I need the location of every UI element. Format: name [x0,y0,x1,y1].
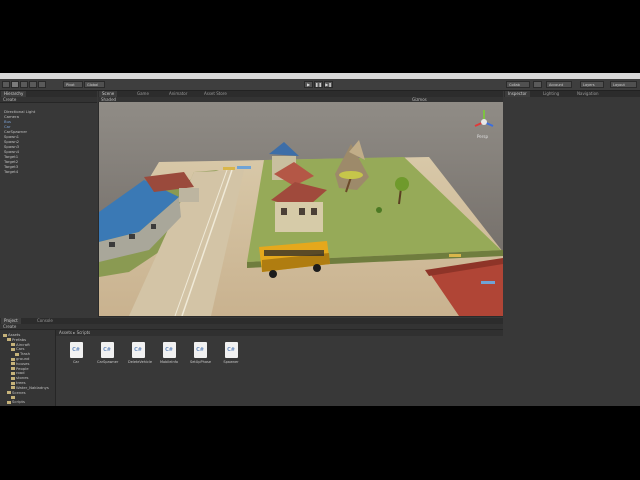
csharp-script-icon: C# [224,342,238,358]
csharp-icon-text: C# [103,347,111,353]
persp-label[interactable]: Persp [477,134,488,139]
folder-tree-item[interactable]: Scenes [7,390,26,395]
script-asset[interactable]: C# Car [66,342,86,364]
csharp-icon-text: C# [227,347,235,353]
pause-button[interactable]: ❚❚ [314,81,323,88]
project-folder-tree: Assets Prefabs Aircraft Cars Trash ground hous… [0,330,56,406]
tab-lighting[interactable]: Lighting [540,91,563,97]
folder-icon [7,400,11,404]
project-breadcrumb[interactable]: Assets ▸ Scripts [59,330,90,335]
csharp-icon-text: C# [165,347,173,353]
csharp-script-icon: C# [162,342,176,358]
csharp-script-icon: C# [131,342,145,358]
project-create-button[interactable]: Create [3,324,16,329]
csharp-script-icon: C# [69,342,83,358]
script-asset[interactable]: C# SetUpPhase [190,342,211,364]
hand-tool-icon[interactable] [2,81,10,88]
scale-tool-icon[interactable] [29,81,37,88]
script-asset[interactable]: C# DeleteVehicle [128,342,153,364]
layout-dropdown[interactable]: Layout [610,81,637,88]
script-asset[interactable]: C# CarSpawner [97,342,119,364]
tab-inspector[interactable]: Inspector [505,91,530,97]
layers-dropdown[interactable]: Layers [580,81,604,88]
account-dropdown[interactable]: Account [546,81,572,88]
tab-navigation[interactable]: Navigation [574,91,602,97]
csharp-script-icon: C# [193,342,207,358]
global-toggle[interactable]: Global [84,81,105,88]
asset-label: DeleteVehicle [128,360,153,364]
unity-editor-window: File Edit Assets GameObject Component Wi… [0,73,640,406]
asset-label: SetUpPhase [190,360,211,364]
main-toolbar: Pivot Global ▶ ❚❚ ▶❚ Collab Account Laye… [0,79,640,91]
play-button[interactable]: ▶ [304,81,313,88]
asset-label: Spawner [223,360,239,364]
collab-dropdown[interactable]: Collab [506,81,530,88]
hierarchy-panel: Hierarchy Create Directional Light Camera… [0,91,97,316]
hierarchy-item[interactable]: Target4 [4,169,18,174]
csharp-icon-text: C# [72,347,80,353]
script-asset[interactable]: C# Spawner [221,342,241,364]
folder-tree-item[interactable]: Scripts [7,399,25,404]
rotate-tool-icon[interactable] [20,81,28,88]
csharp-script-icon: C# [100,342,114,358]
town-scene-render [99,102,503,316]
project-panel: Project Console Create Assets Prefabs Airc… [0,318,503,406]
inspector-panel: Inspector Lighting Navigation [504,91,640,406]
script-asset[interactable]: C# MobileInfo [159,342,179,364]
hierarchy-create-button[interactable]: Create [3,97,16,102]
csharp-icon-text: C# [196,347,204,353]
cloud-icon[interactable] [533,81,542,88]
step-button[interactable]: ▶❚ [324,81,333,88]
asset-grid: C# Car C# CarSpawner C# DeleteVehicle C# Mobile… [56,336,503,406]
folder-label: Scripts [12,399,25,405]
csharp-icon-text: C# [134,347,142,353]
asset-label: CarSpawner [97,360,119,364]
pivot-toggle[interactable]: Pivot [63,81,83,88]
asset-label: MobileInfo [159,360,179,364]
asset-label: Car [72,360,80,364]
scene-viewport[interactable]: Persp [99,102,503,316]
rect-tool-icon[interactable] [38,81,46,88]
move-tool-icon[interactable] [11,81,19,88]
